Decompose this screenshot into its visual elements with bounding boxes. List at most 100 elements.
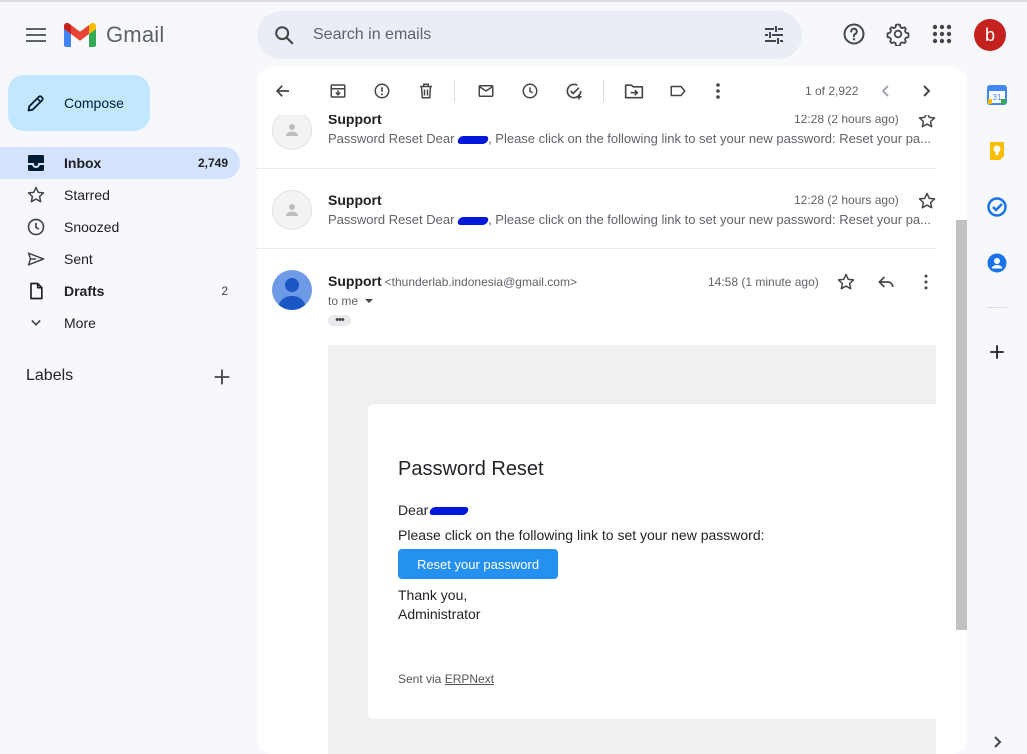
label-icon bbox=[670, 85, 686, 97]
add-task-button[interactable] bbox=[562, 79, 586, 103]
tasks-button[interactable] bbox=[985, 195, 1009, 219]
sidebar-item-inbox[interactable]: Inbox 2,749 bbox=[0, 147, 240, 179]
report-spam-icon bbox=[374, 83, 390, 99]
drafts-count: 2 bbox=[221, 284, 228, 298]
newer-button[interactable] bbox=[874, 79, 898, 103]
instruction-text: Please click on the following link to se… bbox=[398, 527, 765, 543]
add-task-icon bbox=[566, 83, 582, 100]
sender-name: Support bbox=[328, 115, 382, 127]
show-side-panel-button[interactable] bbox=[985, 730, 1009, 754]
message-snippet: Password Reset Dear , Please click on th… bbox=[328, 131, 933, 146]
sent-via-prefix: Sent via bbox=[398, 672, 445, 686]
back-button[interactable] bbox=[271, 79, 295, 103]
get-addons-button[interactable] bbox=[985, 340, 1009, 364]
sidebar-item-snoozed[interactable]: Snoozed bbox=[0, 211, 240, 243]
contacts-button[interactable] bbox=[985, 251, 1009, 275]
archive-button[interactable] bbox=[326, 79, 350, 103]
message-toolbar: 1 of 2,922 bbox=[257, 67, 967, 115]
caret-down-icon bbox=[365, 299, 374, 303]
snooze-button[interactable] bbox=[518, 79, 542, 103]
mark-unread-icon bbox=[478, 85, 494, 97]
more-vert-icon bbox=[716, 83, 720, 99]
help-icon bbox=[843, 23, 865, 45]
pagination-label: 1 of 2,922 bbox=[805, 84, 859, 98]
rail-divider bbox=[987, 307, 1007, 308]
sidebar-item-label: Drafts bbox=[64, 283, 105, 299]
tune-icon[interactable] bbox=[762, 23, 786, 47]
thanks-text: Thank you, bbox=[398, 587, 468, 603]
snooze-icon bbox=[522, 83, 538, 99]
toolbar-divider bbox=[454, 80, 455, 102]
report-spam-button[interactable] bbox=[370, 79, 394, 103]
snippet-end: , Please click on the following link to … bbox=[488, 131, 932, 146]
reset-password-button[interactable]: Reset your password bbox=[398, 549, 558, 579]
star-icon bbox=[26, 185, 46, 205]
signoff-text: Administrator bbox=[398, 606, 481, 622]
message-time: 14:58 (1 minute ago) bbox=[708, 275, 819, 289]
collapsed-message[interactable]: Support 12:28 (2 hours ago) Password Res… bbox=[257, 115, 936, 169]
thread-scroll-area[interactable]: Support 12:28 (2 hours ago) Password Res… bbox=[257, 115, 967, 754]
person-icon bbox=[286, 124, 298, 136]
label-button[interactable] bbox=[666, 79, 690, 103]
sender-avatar bbox=[272, 270, 312, 310]
greeting-text: Dear bbox=[398, 502, 429, 518]
message-time: 12:28 (2 hours ago) bbox=[794, 193, 899, 207]
pencil-icon bbox=[27, 95, 44, 112]
delete-button[interactable] bbox=[414, 79, 438, 103]
open-message-sender: Support <thunderlab.indonesia@gmail.com> bbox=[328, 273, 577, 289]
email-title: Password Reset bbox=[398, 458, 544, 480]
sender-name: Support bbox=[328, 273, 382, 289]
add-icon bbox=[214, 369, 230, 385]
draft-icon bbox=[26, 281, 46, 301]
keep-icon bbox=[990, 142, 1004, 160]
reply-icon[interactable] bbox=[876, 272, 896, 292]
settings-button[interactable] bbox=[880, 16, 916, 52]
scrollbar-thumb[interactable] bbox=[956, 220, 967, 630]
person-icon bbox=[286, 204, 298, 216]
compose-label: Compose bbox=[64, 95, 124, 111]
redaction-scribble bbox=[456, 216, 490, 225]
search-bar[interactable] bbox=[257, 11, 802, 59]
show-trimmed-content-button[interactable]: ••• bbox=[328, 315, 351, 326]
compose-button[interactable]: Compose bbox=[8, 75, 150, 131]
help-button[interactable] bbox=[836, 16, 872, 52]
keep-button[interactable] bbox=[985, 139, 1009, 163]
erpnext-link[interactable]: ERPNext bbox=[445, 672, 494, 686]
menu-icon bbox=[26, 28, 46, 42]
add-label-button[interactable] bbox=[211, 366, 233, 388]
star-icon[interactable] bbox=[917, 115, 937, 130]
sender-name: Support bbox=[328, 192, 382, 208]
inbox-icon bbox=[26, 153, 46, 173]
search-icon[interactable] bbox=[273, 24, 295, 46]
gmail-logo[interactable]: Gmail bbox=[64, 22, 164, 48]
more-options-button[interactable] bbox=[706, 79, 730, 103]
sender-avatar bbox=[272, 190, 312, 230]
message-view: 1 of 2,922 Support 12:28 (2 hours ago) P… bbox=[257, 67, 967, 754]
star-icon[interactable] bbox=[836, 272, 856, 292]
contacts-icon bbox=[987, 253, 1007, 273]
chevron-right-icon bbox=[994, 736, 1002, 748]
move-to-button[interactable] bbox=[622, 79, 646, 103]
apps-button[interactable] bbox=[924, 16, 960, 52]
search-input[interactable] bbox=[313, 26, 733, 44]
chevron-right-icon bbox=[923, 85, 931, 97]
collapsed-message[interactable]: Support 12:28 (2 hours ago) Password Res… bbox=[257, 169, 936, 249]
main-menu-button[interactable] bbox=[16, 15, 56, 55]
toolbar-divider bbox=[603, 80, 604, 102]
account-avatar[interactable]: b bbox=[974, 19, 1006, 51]
sidebar-item-drafts[interactable]: Drafts 2 bbox=[0, 275, 240, 307]
older-button[interactable] bbox=[914, 79, 938, 103]
sidebar-item-label: Snoozed bbox=[64, 219, 120, 235]
recipient-details[interactable]: to me bbox=[328, 294, 376, 308]
sidebar-item-sent[interactable]: Sent bbox=[0, 243, 240, 275]
star-icon[interactable] bbox=[917, 191, 937, 211]
clock-icon bbox=[26, 217, 46, 237]
sidebar-item-starred[interactable]: Starred bbox=[0, 179, 240, 211]
mark-unread-button[interactable] bbox=[474, 79, 498, 103]
calendar-button[interactable]: 31 bbox=[985, 83, 1009, 107]
sidebar-item-more[interactable]: More bbox=[0, 307, 240, 339]
greeting: Dear bbox=[398, 502, 470, 518]
sidebar-item-label: Sent bbox=[64, 251, 93, 267]
chevron-left-icon bbox=[881, 85, 889, 97]
more-vert-icon[interactable] bbox=[916, 272, 936, 292]
